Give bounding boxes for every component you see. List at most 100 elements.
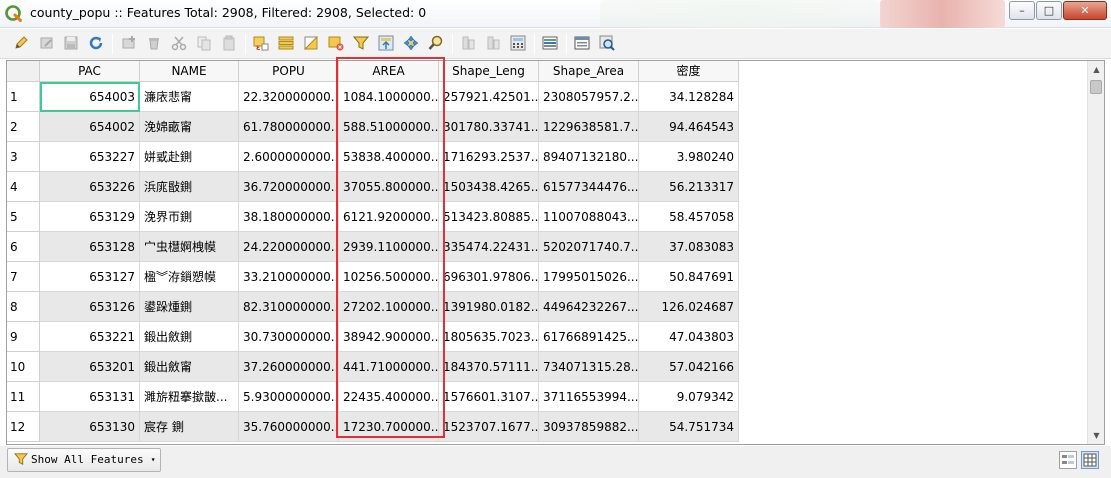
cell-area[interactable]: 38942.900000... [339,322,439,352]
cell-name[interactable]: 鍛出斂甯 [140,352,239,382]
cell-pac[interactable]: 653221 [40,322,140,352]
cell-popu[interactable]: 2.6000000000... [239,142,339,172]
table-row[interactable]: 7 653127 楹︾洊鎻愬幙 33.210000000... 10256.50… [7,262,740,292]
table-row[interactable]: 8 653126 鍙跺煄鍘 82.310000000... 27202.1000… [7,292,740,322]
cell-popu[interactable]: 35.760000000... [239,412,339,442]
cell-shape-leng[interactable]: 1576601.3107... [439,382,539,412]
cell-shape-area[interactable]: 734071315.28... [539,352,639,382]
cell-shape-area[interactable]: 37116553994.... [539,382,639,412]
cell-shape-leng[interactable]: 184370.57111... [439,352,539,382]
cell-shape-area[interactable]: 17995015026.... [539,262,639,292]
cell-shape-leng[interactable]: 1523707.1677... [439,412,539,442]
cell-popu[interactable]: 5.9300000000... [239,382,339,412]
cell-area[interactable]: 27202.100000... [339,292,439,322]
cell-area[interactable]: 441.71000000... [339,352,439,382]
cell-density[interactable]: 34.128284 [639,82,739,112]
scroll-thumb[interactable] [1090,80,1102,94]
actions-icon[interactable] [599,35,615,51]
cell-shape-area[interactable]: 1229638581.7... [539,112,639,142]
cell-density[interactable]: 58.457058 [639,202,739,232]
attribute-table[interactable]: PAC NAME POPU AREA Shape_Leng Shape_Area… [6,60,1105,445]
filter-icon[interactable] [353,35,369,51]
cell-popu[interactable]: 24.220000000... [239,232,339,262]
move-selection-to-top-icon[interactable] [378,35,394,51]
cell-shape-leng[interactable]: 335474.22431... [439,232,539,262]
column-header-density[interactable]: 密度 [639,61,739,82]
table-row[interactable]: 11 653131 濉旂粈搴撳皵... 5.9300000000... 2243… [7,382,740,412]
cell-density[interactable]: 94.464543 [639,112,739,142]
column-header-pac[interactable]: PAC [40,61,140,82]
cell-shape-area[interactable]: 11007088043.... [539,202,639,232]
cell-popu[interactable]: 61.780000000... [239,112,339,142]
cell-shape-leng[interactable]: 1503438.4265... [439,172,539,202]
cell-pac[interactable]: 654002 [40,112,140,142]
paste-icon[interactable] [221,35,237,51]
cell-shape-area[interactable]: 30937859882.... [539,412,639,442]
cell-density[interactable]: 50.847691 [639,262,739,292]
row-header[interactable]: 3 [7,142,40,172]
show-all-features-button[interactable]: Show All Features ▾ [7,448,161,472]
cell-popu[interactable]: 36.720000000... [239,172,339,202]
corner-header[interactable] [7,61,40,82]
maximize-button[interactable]: □ [1036,1,1062,20]
cell-area[interactable]: 588.51000000... [339,112,439,142]
copy-icon[interactable] [196,35,212,51]
table-row[interactable]: 12 653130 宸存 鍘 35.760000000... 17230.700… [7,412,740,442]
cell-popu[interactable]: 33.210000000... [239,262,339,292]
cell-area[interactable]: 6121.9200000... [339,202,439,232]
cell-pac[interactable]: 653126 [40,292,140,322]
row-header[interactable]: 12 [7,412,40,442]
cell-density[interactable]: 126.024687 [639,292,739,322]
invert-selection-icon[interactable] [303,35,319,51]
delete-feature-icon[interactable] [146,35,162,51]
cell-shape-leng[interactable]: 1391980.0182... [439,292,539,322]
row-header[interactable]: 2 [7,112,40,142]
cell-area[interactable]: 1084.1000000... [339,82,439,112]
cell-name[interactable]: 濂庡悲甯 [140,82,239,112]
column-header-shape-area[interactable]: Shape_Area [539,61,639,82]
cell-popu[interactable]: 82.310000000... [239,292,339,322]
column-header-shape-leng[interactable]: Shape_Leng [439,61,539,82]
table-row[interactable]: 1 654003 濂庡悲甯 22.320000000... 1084.10000… [7,82,740,112]
row-header[interactable]: 11 [7,382,40,412]
row-header[interactable]: 5 [7,202,40,232]
column-header-popu[interactable]: POPU [239,61,339,82]
cell-name[interactable]: 鍙跺煄鍘 [140,292,239,322]
cell-area[interactable]: 2939.1100000... [339,232,439,262]
scroll-up-icon[interactable]: ▲ [1088,61,1104,78]
cell-density[interactable]: 57.042166 [639,352,739,382]
add-feature-icon[interactable] [121,35,137,51]
cell-area[interactable]: 53838.400000... [339,142,439,172]
delete-field-icon[interactable] [486,35,502,51]
cell-shape-area[interactable]: 5202071740.7... [539,232,639,262]
cell-shape-area[interactable]: 61577344476.... [539,172,639,202]
column-header-name[interactable]: NAME [140,61,239,82]
cell-area[interactable]: 10256.500000... [339,262,439,292]
cell-shape-leng[interactable]: 257921.42501... [439,82,539,112]
cell-pac[interactable]: 653128 [40,232,140,262]
cell-name[interactable]: 浼界帀鍘 [140,202,239,232]
row-header[interactable]: 1 [7,82,40,112]
cell-density[interactable]: 37.083083 [639,232,739,262]
field-calculator-icon[interactable] [510,35,526,51]
cell-shape-leng[interactable]: 696301.97806... [439,262,539,292]
row-header[interactable]: 6 [7,232,40,262]
cell-shape-leng[interactable]: 513423.80885... [439,202,539,232]
cell-shape-area[interactable]: 89407132180.... [539,142,639,172]
cell-area[interactable]: 22435.400000... [339,382,439,412]
cell-pac[interactable]: 653127 [40,262,140,292]
cell-popu[interactable]: 30.730000000... [239,322,339,352]
cell-density[interactable]: 56.213317 [639,172,739,202]
table-row[interactable]: 5 653129 浼界帀鍘 38.180000000... 6121.92000… [7,202,740,232]
cell-pac[interactable]: 653226 [40,172,140,202]
zoom-to-selected-icon[interactable] [428,35,444,51]
cell-shape-area[interactable]: 61766891425.... [539,322,639,352]
select-by-expression-icon[interactable]: ε [253,35,269,51]
row-header[interactable]: 7 [7,262,40,292]
vertical-scrollbar[interactable]: ▲ ▼ [1087,61,1104,444]
cell-pac[interactable]: 653129 [40,202,140,232]
cell-name[interactable]: 鍛出斂鍘 [140,322,239,352]
cell-shape-area[interactable]: 44964232267.... [539,292,639,322]
cell-name[interactable]: 姘戜赴鍘 [140,142,239,172]
cell-shape-leng[interactable]: 1716293.2537... [439,142,539,172]
